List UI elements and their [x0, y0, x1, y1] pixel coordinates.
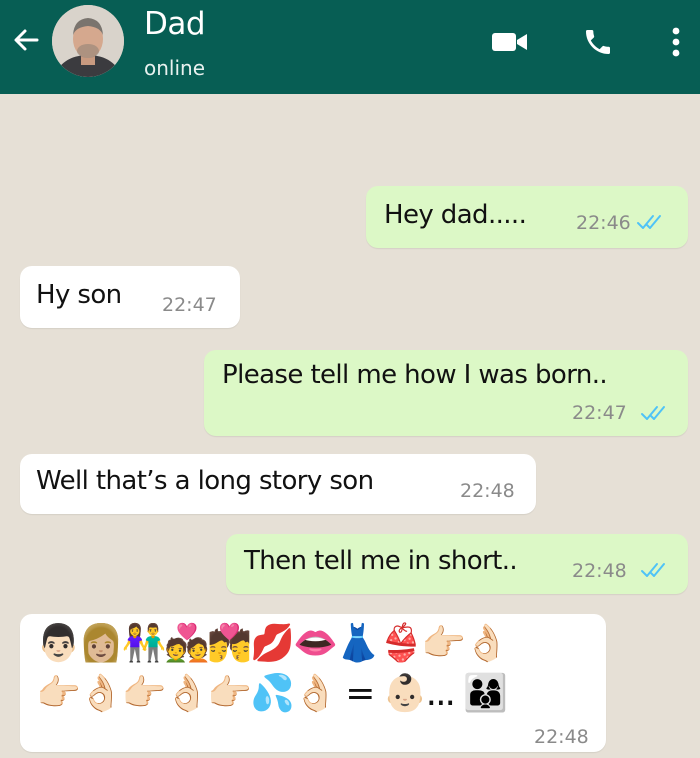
voice-call-icon[interactable] [578, 24, 618, 60]
message-time: 22:47 [572, 402, 627, 424]
avatar[interactable] [52, 5, 124, 77]
message-bubble-outgoing[interactable]: Please tell me how I was born.. 22:47 [204, 350, 688, 436]
video-call-icon[interactable] [488, 24, 532, 60]
message-bubble-incoming[interactable]: 👨🏻👩🏼👫💑💏💋👄👗👙👉🏻👌🏻 👉🏻👌🏻👉🏻👌🏻👉🏻💦👌🏻 = 👶🏻... 👨‍… [20, 614, 606, 752]
more-options-icon[interactable] [664, 24, 688, 60]
message-bubble-outgoing[interactable]: Hey dad..... 22:46 [366, 186, 688, 248]
chat-header: Dad online [0, 0, 700, 94]
message-text: Well that’s a long story son [36, 466, 374, 496]
message-text: Please tell me how I was born.. [222, 360, 608, 390]
message-bubble-incoming[interactable]: Well that’s a long story son 22:48 [20, 454, 536, 514]
message-time: 22:48 [534, 726, 589, 748]
contact-name[interactable]: Dad [144, 6, 206, 42]
read-ticks-icon [640, 561, 670, 583]
emoji-line: 👨🏻👩🏼👫💑💏💋👄👗👙👉🏻👌🏻 [36, 623, 509, 664]
message-text: Then tell me in short.. [244, 546, 518, 576]
chat-area[interactable]: Hey dad..... 22:46 Hy son 22:47 Please t… [0, 94, 700, 758]
contact-status: online [144, 56, 206, 80]
back-arrow-icon[interactable] [8, 22, 44, 58]
message-time: 22:46 [576, 212, 631, 234]
read-ticks-icon [636, 213, 666, 235]
emoji-line: 👉🏻👌🏻👉🏻👌🏻👉🏻💦👌🏻 = 👶🏻... 👨‍👩‍👦 [36, 673, 508, 714]
message-text: Hey dad..... [384, 200, 527, 230]
message-bubble-outgoing[interactable]: Then tell me in short.. 22:48 [226, 534, 688, 594]
message-bubble-incoming[interactable]: Hy son 22:47 [20, 266, 240, 328]
message-time: 22:48 [572, 560, 627, 582]
message-time: 22:48 [460, 480, 515, 502]
message-time: 22:47 [162, 294, 217, 316]
read-ticks-icon [640, 404, 670, 426]
message-text: Hy son [36, 280, 122, 310]
